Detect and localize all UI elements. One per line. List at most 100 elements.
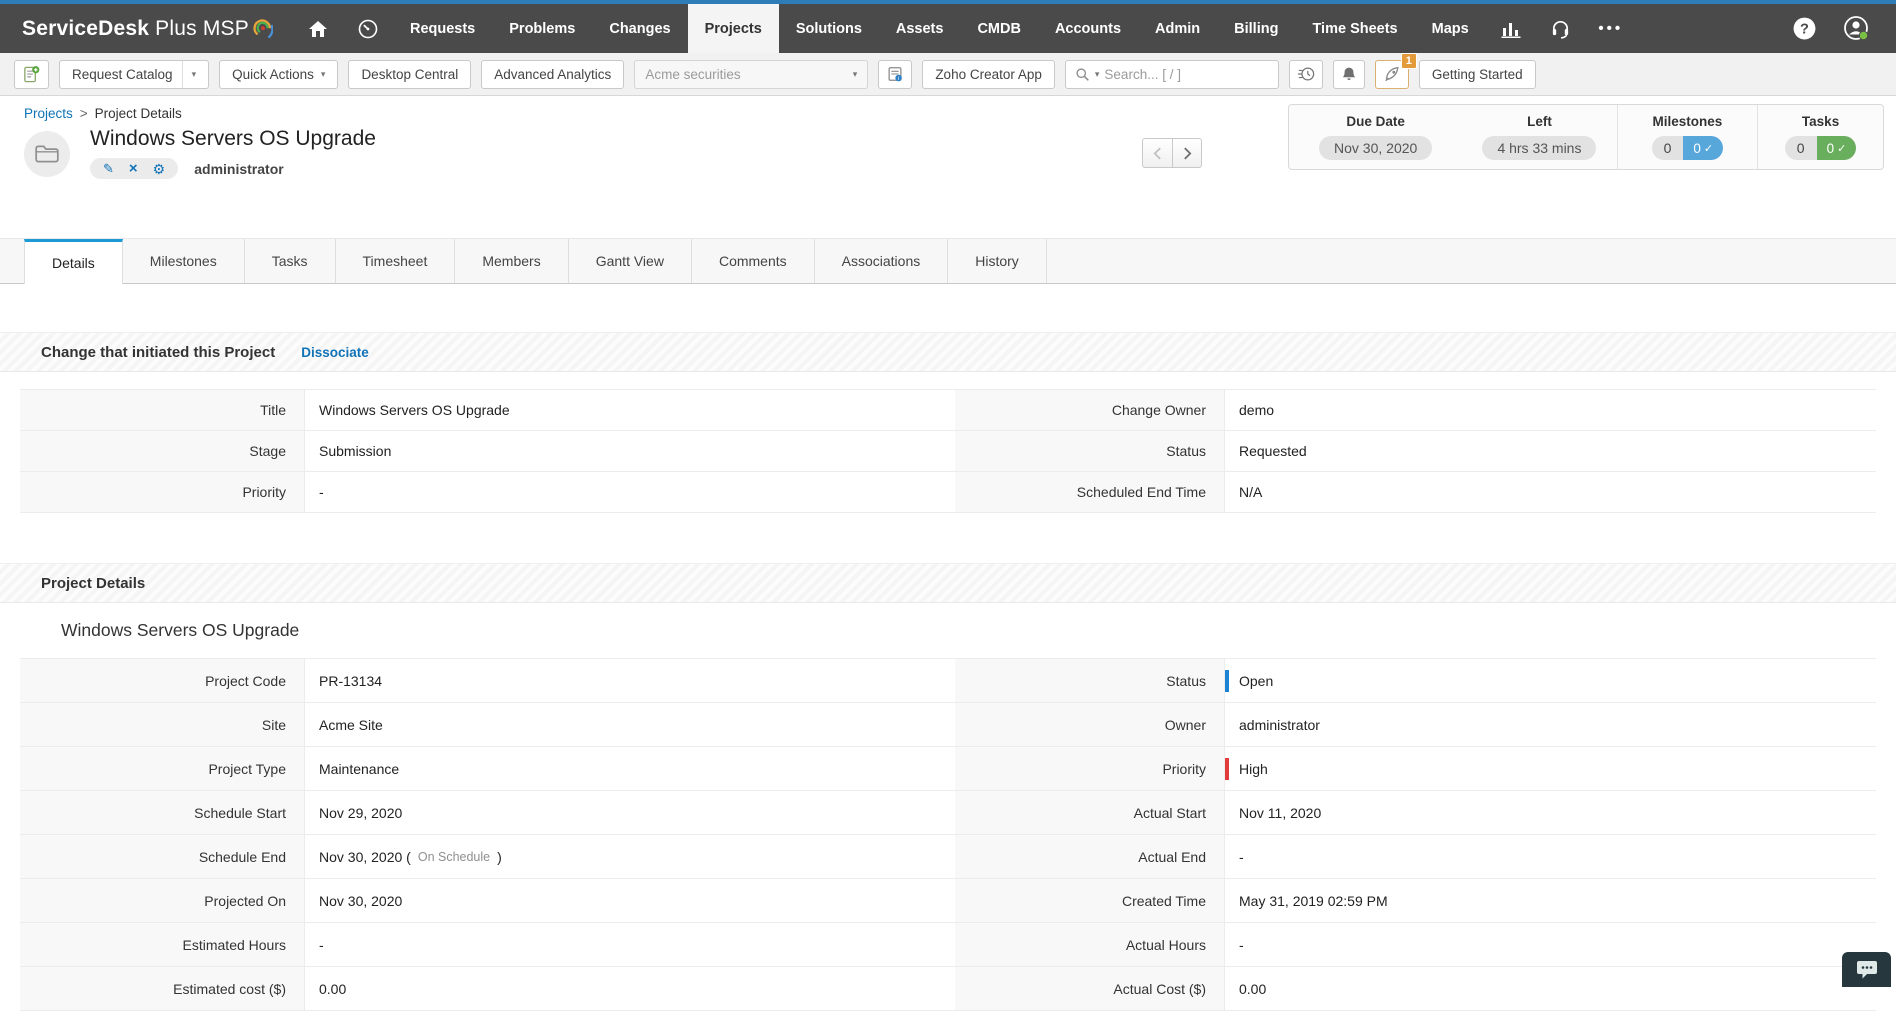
table-row: Created Time May 31, 2019 02:59 PM xyxy=(955,879,1876,923)
table-row: Scheduled End Time N/A xyxy=(955,472,1876,513)
zoho-creator-app-button[interactable]: Zoho Creator App xyxy=(922,60,1055,89)
nav-item-changes[interactable]: Changes xyxy=(592,4,687,53)
table-row: Status Open xyxy=(955,659,1876,703)
nav-item-solutions[interactable]: Solutions xyxy=(779,4,879,53)
next-record-button[interactable] xyxy=(1172,138,1202,168)
nav-item-timesheets[interactable]: Time Sheets xyxy=(1295,4,1414,53)
field-label: Status xyxy=(955,659,1225,702)
nav-item-cmdb[interactable]: CMDB xyxy=(960,4,1038,53)
chevron-down-icon: ▾ xyxy=(1095,69,1100,80)
table-row: Stage Submission xyxy=(20,431,955,472)
field-value: 0.00 xyxy=(1225,967,1876,1010)
history-button[interactable] xyxy=(1289,60,1323,89)
logo-swirl-icon xyxy=(253,16,273,42)
clipboard-info-icon: i xyxy=(886,65,904,83)
table-row: Schedule End Nov 30, 2020 (On Schedule) xyxy=(20,835,955,879)
field-label: Created Time xyxy=(955,879,1225,922)
record-pager xyxy=(1142,138,1202,168)
nav-item-admin[interactable]: Admin xyxy=(1138,4,1217,53)
live-chat-button[interactable] xyxy=(1842,952,1891,987)
table-row: Actual Start Nov 11, 2020 xyxy=(955,791,1876,835)
support-headset-icon[interactable] xyxy=(1536,4,1586,53)
nav-item-maps[interactable]: Maps xyxy=(1415,4,1486,53)
priority-color-bar xyxy=(1225,758,1229,780)
advanced-analytics-button[interactable]: Advanced Analytics xyxy=(481,60,624,89)
field-label: Status xyxy=(955,431,1225,471)
tab-details[interactable]: Details xyxy=(24,239,123,284)
tab-associations[interactable]: Associations xyxy=(815,239,949,283)
project-actions: ✎ × ⚙ xyxy=(90,158,178,179)
nav-item-problems[interactable]: Problems xyxy=(492,4,592,53)
site-info-button[interactable]: i xyxy=(878,60,912,89)
tasks-counter[interactable]: 0 0✓ xyxy=(1785,136,1857,160)
project-header: Projects>Project Details Windows Servers… xyxy=(0,96,1896,208)
field-value: Requested xyxy=(1225,431,1876,471)
project-details-table: Project Code PR-13134 Site Acme Site Pro… xyxy=(20,658,1876,1011)
nav-item-requests[interactable]: Requests xyxy=(393,4,492,53)
nav-item-billing[interactable]: Billing xyxy=(1217,4,1295,53)
chevron-down-icon: ▾ xyxy=(182,61,197,88)
change-details-table: Title Windows Servers OS Upgrade Stage S… xyxy=(20,389,1876,513)
field-label: Estimated Hours xyxy=(20,923,305,966)
section-title: Change that initiated this Project xyxy=(41,344,275,361)
breadcrumb-projects-link[interactable]: Projects xyxy=(24,106,73,121)
field-value: May 31, 2019 02:59 PM xyxy=(1225,879,1876,922)
project-owner: administrator xyxy=(194,161,283,177)
gear-icon[interactable]: ⚙ xyxy=(153,162,166,176)
tab-comments[interactable]: Comments xyxy=(692,239,815,283)
notifications-button[interactable] xyxy=(1333,60,1365,89)
tasks-label: Tasks xyxy=(1802,114,1839,129)
search-input[interactable] xyxy=(1104,67,1268,82)
breadcrumb-current: Project Details xyxy=(95,106,182,121)
dissociate-link[interactable]: Dissociate xyxy=(301,345,369,360)
nav-item-assets[interactable]: Assets xyxy=(879,4,961,53)
field-value: administrator xyxy=(1225,703,1876,746)
field-label: Stage xyxy=(20,431,305,471)
dashboard-gauge-icon[interactable] xyxy=(343,4,393,53)
previous-record-button[interactable] xyxy=(1142,138,1172,168)
svg-text:i: i xyxy=(898,76,899,82)
check-icon: ✓ xyxy=(1837,142,1846,155)
page-title: Windows Servers OS Upgrade xyxy=(90,127,376,151)
tab-tasks[interactable]: Tasks xyxy=(245,239,336,283)
account-selector[interactable]: Acme securities ▾ xyxy=(634,60,868,89)
request-catalog-button[interactable]: Request Catalog ▾ xyxy=(59,60,209,89)
field-value: 0.00 xyxy=(305,967,955,1010)
milestones-counter[interactable]: 0 0✓ xyxy=(1652,136,1724,160)
getting-started-button[interactable]: Getting Started xyxy=(1419,60,1536,89)
tab-milestones[interactable]: Milestones xyxy=(123,239,245,283)
getting-started-rocket[interactable]: 1 xyxy=(1375,60,1409,89)
field-label: Change Owner xyxy=(955,390,1225,430)
field-value: Nov 30, 2020 (On Schedule) xyxy=(305,835,955,878)
app-logo[interactable]: ServiceDesk Plus MSP xyxy=(0,4,293,53)
field-label: Estimated cost ($) xyxy=(20,967,305,1010)
edit-pencil-icon[interactable]: ✎ xyxy=(103,162,114,175)
tab-timesheet[interactable]: Timesheet xyxy=(336,239,456,283)
table-row: Project Type Maintenance xyxy=(20,747,955,791)
quick-actions-button[interactable]: Quick Actions ▾ xyxy=(219,60,338,89)
app-logo-text: ServiceDesk Plus MSP xyxy=(22,17,249,41)
table-row: Actual Cost ($) 0.00 xyxy=(955,967,1876,1011)
field-value: High xyxy=(1225,747,1876,790)
tab-members[interactable]: Members xyxy=(455,239,568,283)
folder-icon xyxy=(34,143,60,165)
field-value: Nov 30, 2020 xyxy=(305,879,955,922)
home-icon[interactable] xyxy=(293,4,343,53)
tasks-total: 0 xyxy=(1785,136,1817,160)
nav-item-accounts[interactable]: Accounts xyxy=(1038,4,1138,53)
table-row: Project Code PR-13134 xyxy=(20,659,955,703)
field-label: Actual Hours xyxy=(955,923,1225,966)
nav-item-projects[interactable]: Projects xyxy=(688,4,779,53)
more-menu-icon[interactable]: ••• xyxy=(1586,4,1636,53)
user-avatar-icon[interactable] xyxy=(1843,15,1870,42)
field-label: Schedule End xyxy=(20,835,305,878)
milestones-label: Milestones xyxy=(1652,114,1722,129)
tab-gantt-view[interactable]: Gantt View xyxy=(569,239,692,283)
reports-chart-icon[interactable] xyxy=(1486,4,1536,53)
tab-history[interactable]: History xyxy=(948,239,1047,283)
help-icon[interactable]: ? xyxy=(1792,16,1817,41)
field-value: Acme Site xyxy=(305,703,955,746)
desktop-central-button[interactable]: Desktop Central xyxy=(348,60,471,89)
close-icon[interactable]: × xyxy=(129,161,138,176)
new-request-button[interactable] xyxy=(14,60,49,89)
